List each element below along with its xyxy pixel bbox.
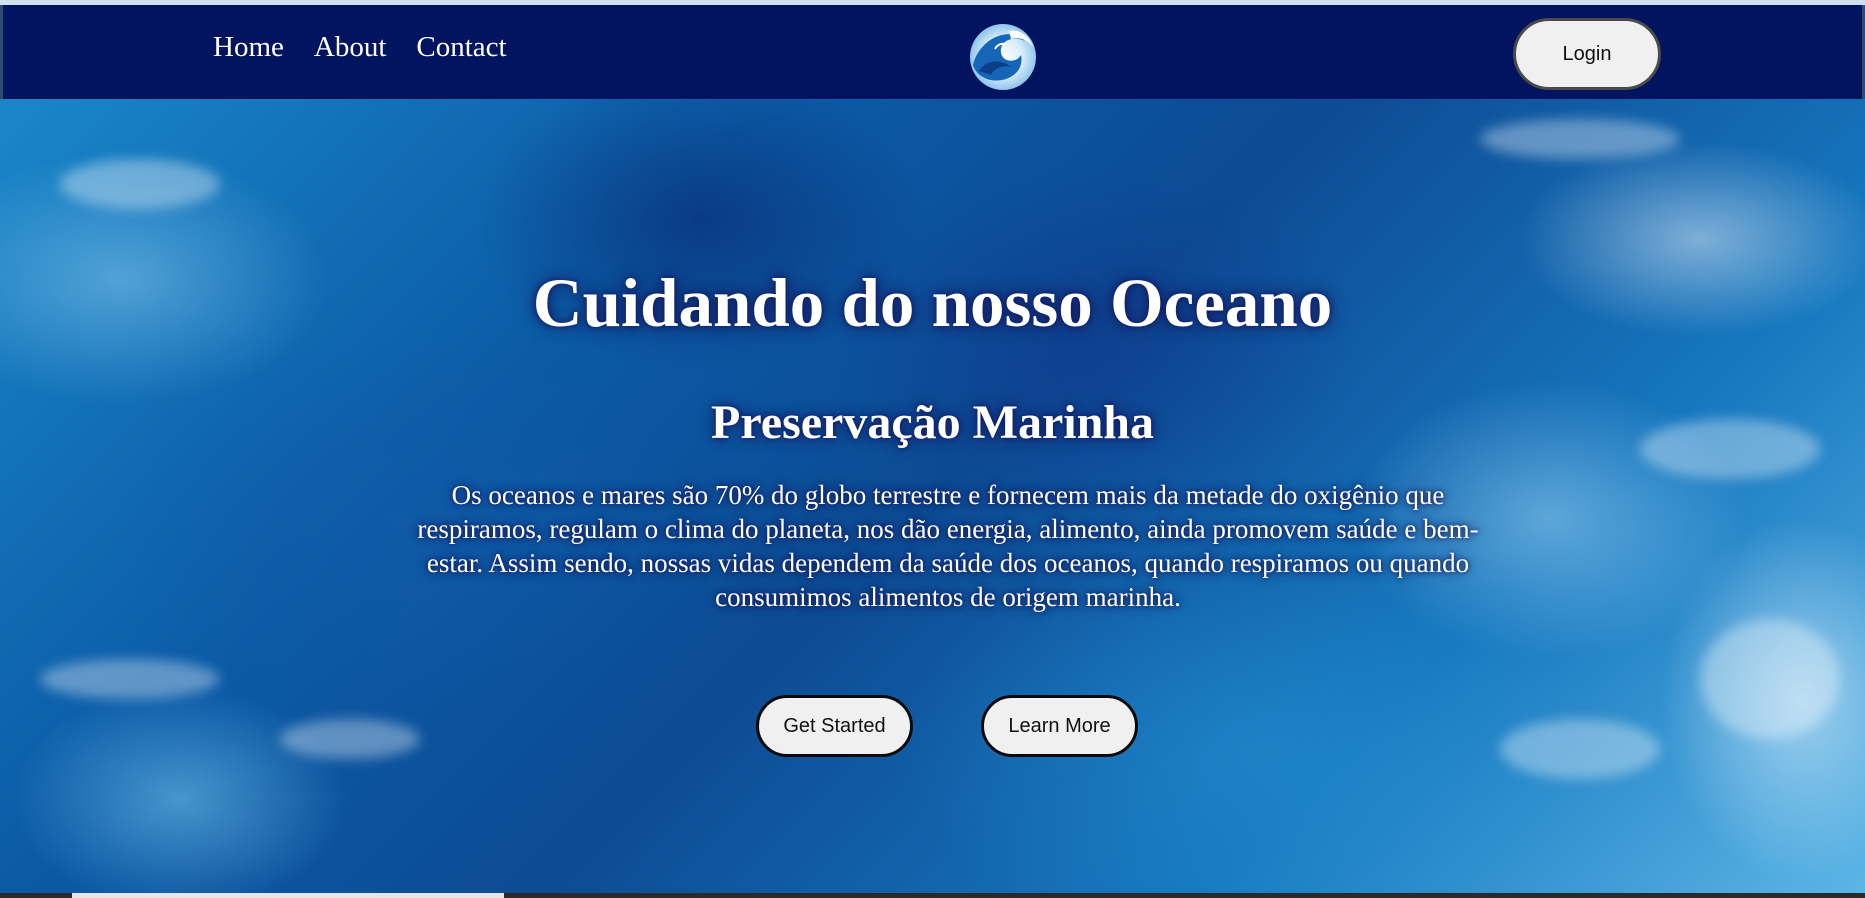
navbar: Home About Contact Login <box>0 5 1865 99</box>
foam-texture <box>1480 119 1680 159</box>
login-button[interactable]: Login <box>1513 18 1661 90</box>
nav-links: Home About Contact <box>213 33 507 62</box>
foam-texture <box>60 159 220 209</box>
hero-section: Cuidando do nosso Oceano Preservação Mar… <box>0 99 1865 898</box>
get-started-button[interactable]: Get Started <box>756 695 913 757</box>
hero-title: Cuidando do nosso Oceano <box>532 265 1333 341</box>
foam-texture <box>280 719 420 759</box>
horizontal-scrollbar[interactable] <box>0 893 1865 898</box>
learn-more-button[interactable]: Learn More <box>981 695 1138 757</box>
foam-texture <box>1500 719 1660 779</box>
foam-texture <box>1700 619 1840 739</box>
hero-description: Os oceanos e mares são 70% do globo terr… <box>417 480 1479 612</box>
nav-link-contact[interactable]: Contact <box>416 33 506 62</box>
scrollbar-thumb[interactable] <box>72 893 504 898</box>
wave-logo-icon[interactable] <box>965 19 1041 91</box>
hero-subtitle: Preservação Marinha <box>711 396 1154 449</box>
nav-link-home[interactable]: Home <box>213 33 284 62</box>
nav-link-about[interactable]: About <box>314 33 387 62</box>
foam-texture <box>40 659 220 699</box>
